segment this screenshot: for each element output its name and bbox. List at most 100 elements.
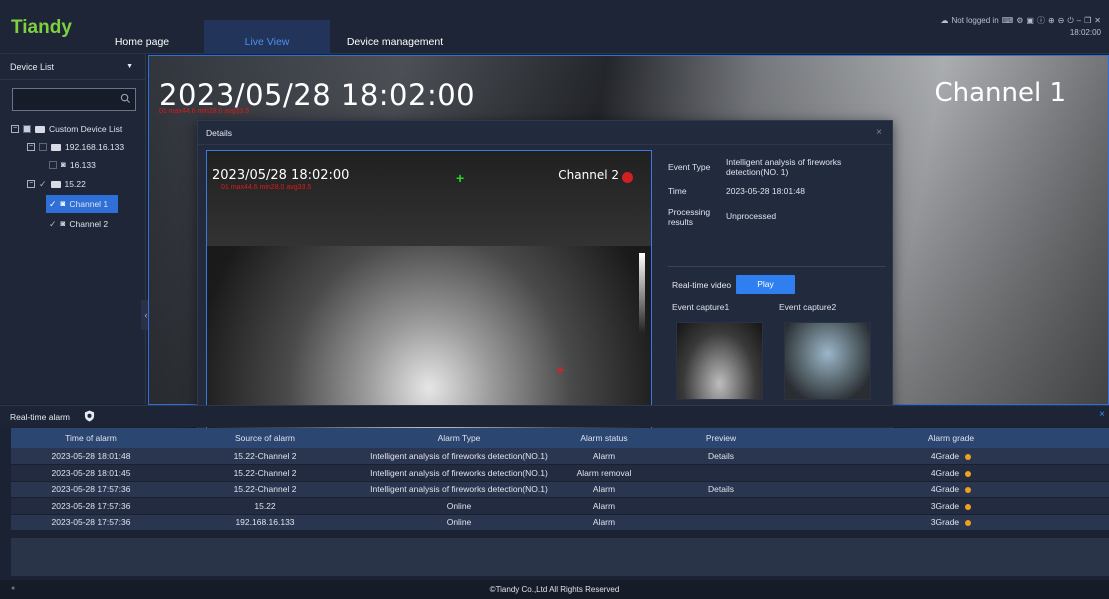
table-cell: Alarm (559, 514, 649, 531)
restore-icon[interactable]: ❐ (1084, 16, 1091, 25)
cell-text: Online (446, 517, 472, 528)
tree-item-16-133[interactable]: ◙ 16.133 (49, 156, 96, 174)
thermal-video-view[interactable]: 2023/05/28 18:02:00 01 max44.6 min28.0 a… (206, 150, 652, 431)
table-cell: 2023-05-28 18:01:45 (11, 464, 171, 482)
table-empty-area (11, 538, 1109, 576)
video-temperature-stats: 01 max44.6 min28.0 avg33.5 (159, 108, 250, 115)
realtime-alarm-bar: Real-time alarm × (0, 405, 1109, 427)
nav-live-view[interactable]: Live View (204, 20, 330, 54)
search-icon[interactable] (120, 93, 131, 104)
footer: ● ©Tiandy Co.,Ltd All Rights Reserved (0, 580, 1109, 599)
table-cell: 15.22-Channel 2 (171, 464, 359, 482)
cloud-icon: ☁ (940, 16, 949, 25)
cell-text: 15.22-Channel 2 (233, 484, 297, 495)
settings-icon[interactable]: ⚙ (1016, 16, 1023, 25)
table-cell: 15.22 (171, 497, 359, 515)
table-row[interactable]: 2023-05-28 17:57:36 15.22 Online Alarm 3Grad… (11, 497, 1109, 515)
close-icon[interactable]: ✕ (1094, 16, 1101, 25)
cell-text: Intelligent analysis of fireworks detect… (370, 484, 548, 495)
alarm-rows: 2023-05-28 18:01:48 15.22-Channel 2 Intell… (11, 448, 1109, 531)
crosshair-icon: + (456, 170, 465, 186)
processing-results-value: Unprocessed (726, 211, 777, 221)
table-cell: 3Grade (793, 497, 1109, 515)
table-header-row: Time of alarm Source of alarm Alarm Type… (11, 428, 1109, 448)
table-row[interactable]: 2023-05-28 17:57:36 192.168.16.133 Online A… (11, 514, 1109, 531)
cell-text: Intelligent analysis of fireworks detect… (370, 451, 548, 461)
thermal-timestamp: 2023/05/28 18:02:00 (212, 168, 350, 183)
nav-home-page[interactable]: Home page (104, 20, 180, 54)
grade-dot-icon (965, 503, 972, 510)
table-row[interactable]: 2023-05-28 17:57:36 15.22-Channel 2 Intell… (11, 481, 1109, 498)
cell-text: 4Grade (930, 467, 960, 478)
column-header: Time of alarm (11, 428, 171, 448)
login-status[interactable]: Not logged in (952, 16, 999, 25)
event-type-value: Intelligent analysis of fireworks detect… (726, 157, 842, 177)
cell-text: Alarm (592, 451, 616, 461)
event-capture1-thumbnail[interactable] (676, 322, 763, 400)
dropdown-arrow-icon[interactable]: ▼ (126, 54, 133, 80)
close-icon[interactable]: × (876, 121, 882, 145)
camera-icon: ◙ (60, 219, 66, 228)
thermal-frame (207, 151, 651, 246)
tree-item-15-22[interactable]: − ✓ 15.22 (27, 175, 86, 193)
table-cell: 15.22-Channel 2 (171, 481, 359, 498)
cell-text: 15.22-Channel 2 (233, 451, 297, 461)
shield-icon[interactable] (84, 410, 95, 422)
system-toolbar: ☁ Not logged in ⌨ ⚙ ▣ ⓘ ⊕ ⊖ ⏻ – ❐ ✕ (941, 15, 1102, 26)
info-icon[interactable]: ⓘ (1037, 15, 1045, 26)
table-cell: Intelligent analysis of fireworks detect… (359, 481, 559, 498)
cell-text: 4Grade (930, 484, 960, 495)
tree-label: 15.22 (64, 179, 86, 189)
table-cell: Online (359, 514, 559, 531)
tree-item-channel-2[interactable]: ✓ ◙ Channel 2 (49, 215, 108, 233)
cell-text: Alarm (592, 500, 616, 511)
clock: 18:02:00 (1069, 28, 1101, 37)
table-cell: 15.22-Channel 2 (171, 448, 359, 465)
table-row[interactable]: 2023-05-28 18:01:48 15.22-Channel 2 Intell… (11, 448, 1109, 465)
tree-label: 192.168.16.133 (65, 142, 125, 152)
realtime-video-label: Real-time video (672, 280, 732, 290)
grade-dot-icon (965, 520, 972, 526)
checkbox[interactable] (49, 161, 57, 169)
close-icon[interactable]: × (1099, 409, 1105, 420)
thermal-channel-label: Channel 2 (558, 168, 619, 182)
cell-text: 2023-05-28 17:57:36 (51, 500, 131, 511)
preview-details-link[interactable]: Details (649, 448, 793, 465)
screen-icon[interactable]: ▣ (1026, 16, 1034, 25)
checkmark-icon[interactable]: ✓ (49, 195, 57, 213)
tree-item-channel-1[interactable]: ✓ ◙ Channel 1 (46, 195, 119, 213)
table-row[interactable]: 2023-05-28 18:01:45 15.22-Channel 2 Intell… (11, 464, 1109, 482)
keyboard-icon[interactable]: ⌨ (1002, 16, 1014, 25)
cell-text: 15.22 (254, 500, 276, 511)
event-capture2-thumbnail[interactable] (784, 322, 871, 400)
checkbox[interactable] (39, 143, 47, 151)
checkmark-icon[interactable]: ✓ (39, 175, 47, 193)
nav-device-management[interactable]: Device management (330, 20, 460, 54)
checkbox[interactable] (23, 125, 31, 133)
camera-icon: ◙ (61, 160, 66, 169)
preview-details-link (649, 514, 793, 531)
tree-item-custom-device-list[interactable]: − Custom Device List (11, 120, 122, 138)
temperature-scale-bar (639, 253, 645, 333)
table-cell: 2023-05-28 18:01:48 (11, 448, 171, 465)
table-cell: 2023-05-28 17:57:36 (11, 481, 171, 498)
time-label: Time (668, 186, 687, 196)
play-button[interactable]: Play (736, 275, 795, 294)
column-header: Source of alarm (171, 428, 359, 448)
cell-text: Alarm (592, 484, 616, 495)
power-icon[interactable]: ⏻ (1067, 16, 1073, 26)
tree-item-192-168-16-133[interactable]: − 192.168.16.133 (27, 138, 124, 156)
collapse-icon[interactable]: − (27, 180, 35, 188)
cell-text: Intelligent analysis of fireworks detect… (370, 467, 548, 478)
column-header: Alarm Type (359, 428, 559, 448)
minimize-icon[interactable]: – (1077, 16, 1081, 25)
device-sidebar: Device List ▼ − Custom Device List − 192… (0, 54, 146, 404)
collapse-icon[interactable]: − (27, 143, 35, 151)
preview-details-link[interactable]: Details (649, 481, 793, 498)
lock-icon[interactable]: ⊖ (1058, 16, 1065, 25)
checkmark-icon[interactable]: ✓ (49, 215, 57, 233)
device-search-input[interactable] (12, 88, 136, 111)
device-list-dropdown[interactable]: Device List ▼ (0, 54, 145, 80)
collapse-icon[interactable]: − (11, 125, 19, 133)
help-icon[interactable]: ⊕ (1048, 16, 1055, 25)
